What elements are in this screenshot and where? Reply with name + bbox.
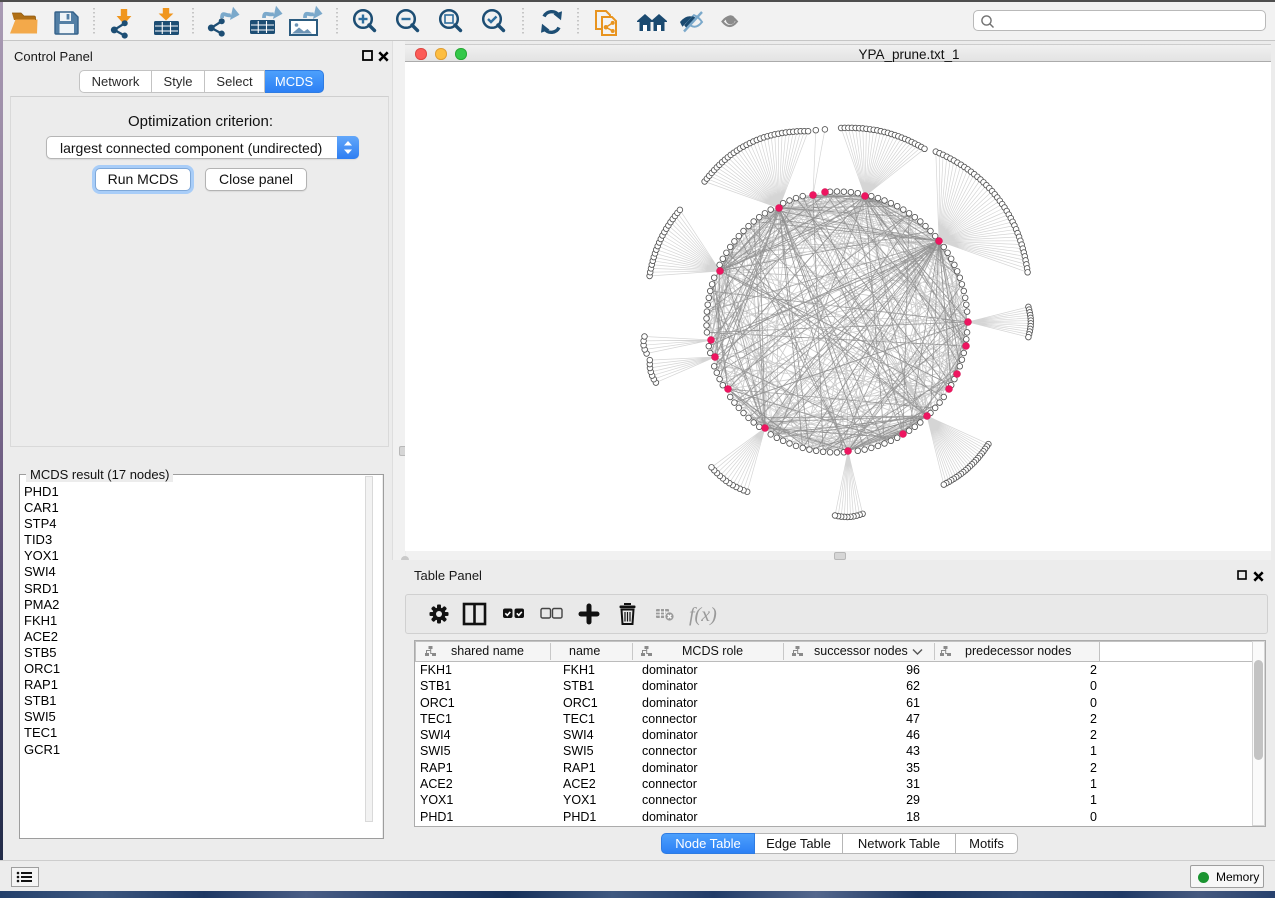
- svg-text:f(x): f(x): [689, 604, 717, 626]
